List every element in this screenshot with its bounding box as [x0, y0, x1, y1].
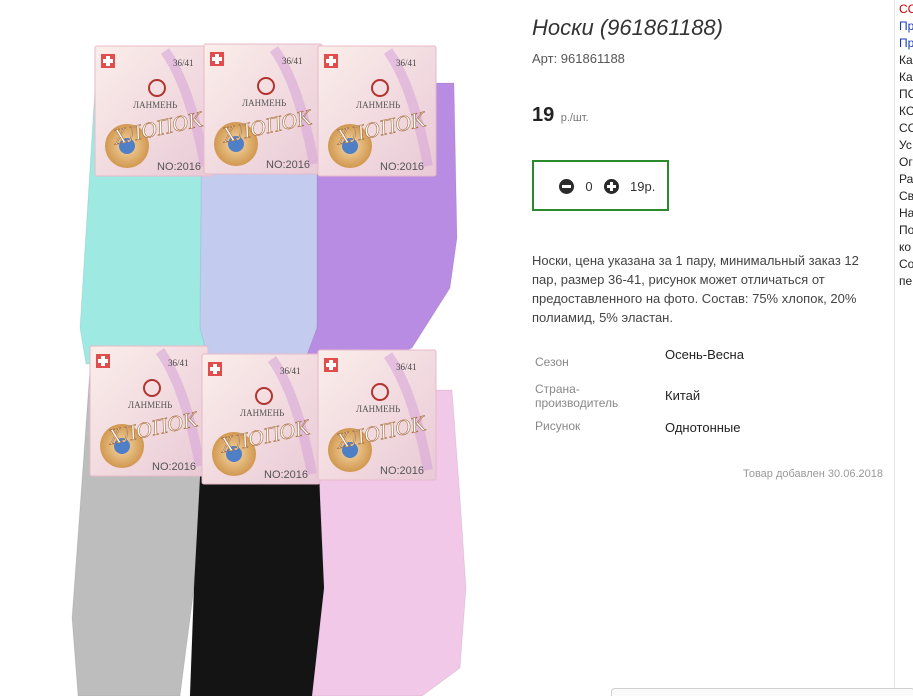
- product-title: Носки (961861188): [532, 15, 723, 40]
- sidebar-item[interactable]: ПС: [899, 86, 913, 103]
- svg-text:NO:2016: NO:2016: [380, 161, 424, 173]
- sidebar-item[interactable]: КС: [899, 103, 913, 120]
- svg-text:ЛАНМЕНЬ: ЛАНМЕНЬ: [240, 408, 284, 418]
- sidebar-item[interactable]: СС: [899, 1, 913, 18]
- svg-text:NO:2016: NO:2016: [266, 159, 310, 171]
- sidebar-item[interactable]: На: [899, 205, 913, 222]
- price-amount: 19: [532, 104, 555, 126]
- spec-value: Однотонные: [665, 420, 741, 435]
- price-unit: р./шт.: [560, 112, 589, 124]
- sidebar-item[interactable]: По: [899, 222, 913, 239]
- sidebar-item[interactable]: Ка: [899, 69, 913, 86]
- svg-text:NO:2016: NO:2016: [152, 461, 196, 473]
- package-tag: 36/41ЛАНМЕНЬХЛОПОКNO:2016: [94, 45, 214, 177]
- svg-text:36/41: 36/41: [282, 56, 303, 66]
- product-sku: Арт: 961861188: [532, 51, 625, 66]
- package-tag: 36/41ЛАНМЕНЬХЛОПОКNO:2016: [89, 345, 209, 477]
- bottom-panel[interactable]: [611, 688, 913, 696]
- sidebar-item[interactable]: пе: [899, 273, 913, 290]
- package-tag: 36/41ЛАНМЕНЬХЛОПОКNO:2016: [203, 43, 323, 175]
- svg-text:ЛАНМЕНЬ: ЛАНМЕНЬ: [133, 100, 177, 110]
- package-tag: 36/41ЛАНМЕНЬХЛОПОКNO:2016: [201, 353, 321, 485]
- product-description: Носки, цена указана за 1 пару, минимальн…: [532, 253, 859, 325]
- svg-text:36/41: 36/41: [396, 362, 417, 372]
- sidebar-item[interactable]: Со: [899, 256, 913, 273]
- product-price: 19 р./шт.: [532, 104, 589, 127]
- svg-text:ЛАНМЕНЬ: ЛАНМЕНЬ: [128, 400, 172, 410]
- socks-photo: 36/41ЛАНМЕНЬХЛОПОКNO:201636/41ЛАНМЕНЬХЛО…: [71, 43, 467, 696]
- sidebar-item[interactable]: СС: [899, 120, 913, 137]
- sidebar-item[interactable]: Ог: [899, 154, 913, 171]
- quantity-value[interactable]: 0: [582, 179, 596, 194]
- svg-text:36/41: 36/41: [280, 366, 301, 376]
- spec-value: Китай: [665, 388, 701, 403]
- sidebar-item[interactable]: Св: [899, 188, 913, 205]
- sidebar-menu: СС Пр Пр Ка Ка ПС КС СС Ус Ог Ра Св На По ко Со пе: [899, 1, 913, 290]
- minus-circle-icon[interactable]: [559, 179, 574, 194]
- sidebar-item[interactable]: Пр: [899, 18, 913, 35]
- product-photo[interactable]: 36/41 ЛАНМЕНЬ ХЛОПОК NO:2016 36/41 ЛАНМЕНЬ ХЛО…: [62, 28, 482, 696]
- sidebar-divider: [894, 0, 895, 696]
- spec-label: Сезон: [535, 355, 569, 369]
- spec-label: Рисунок: [535, 419, 581, 433]
- svg-text:ЛАНМЕНЬ: ЛАНМЕНЬ: [356, 100, 400, 110]
- spec-value: Осень-Весна: [665, 347, 744, 362]
- sidebar-item[interactable]: Ра: [899, 171, 913, 188]
- product-page: 36/41 ЛАНМЕНЬ ХЛОПОК NO:2016 36/41 ЛАНМЕНЬ ХЛО…: [0, 0, 913, 696]
- package-tag: 36/41ЛАНМЕНЬХЛОПОКNO:2016: [317, 45, 437, 177]
- svg-text:ЛАНМЕНЬ: ЛАНМЕНЬ: [242, 98, 286, 108]
- svg-text:NO:2016: NO:2016: [157, 161, 201, 173]
- sidebar-item[interactable]: Ус: [899, 137, 913, 154]
- plus-circle-icon[interactable]: [604, 179, 619, 194]
- svg-text:36/41: 36/41: [396, 58, 417, 68]
- quantity-total: 19р.: [630, 179, 656, 194]
- sidebar-item[interactable]: ко: [899, 239, 913, 256]
- sidebar-item[interactable]: Ка: [899, 52, 913, 69]
- svg-text:NO:2016: NO:2016: [380, 465, 424, 477]
- svg-text:36/41: 36/41: [168, 358, 189, 368]
- svg-text:36/41: 36/41: [173, 58, 194, 68]
- package-tag: 36/41ЛАНМЕНЬХЛОПОКNO:2016: [317, 349, 437, 481]
- svg-text:ЛАНМЕНЬ: ЛАНМЕНЬ: [356, 404, 400, 414]
- sidebar-item[interactable]: Пр: [899, 35, 913, 52]
- spec-label: Страна-производитель: [535, 382, 619, 410]
- quantity-stepper: 0 19р.: [532, 160, 669, 211]
- product-added-date: Товар добавлен 30.06.2018: [742, 468, 883, 480]
- svg-text:NO:2016: NO:2016: [264, 469, 308, 481]
